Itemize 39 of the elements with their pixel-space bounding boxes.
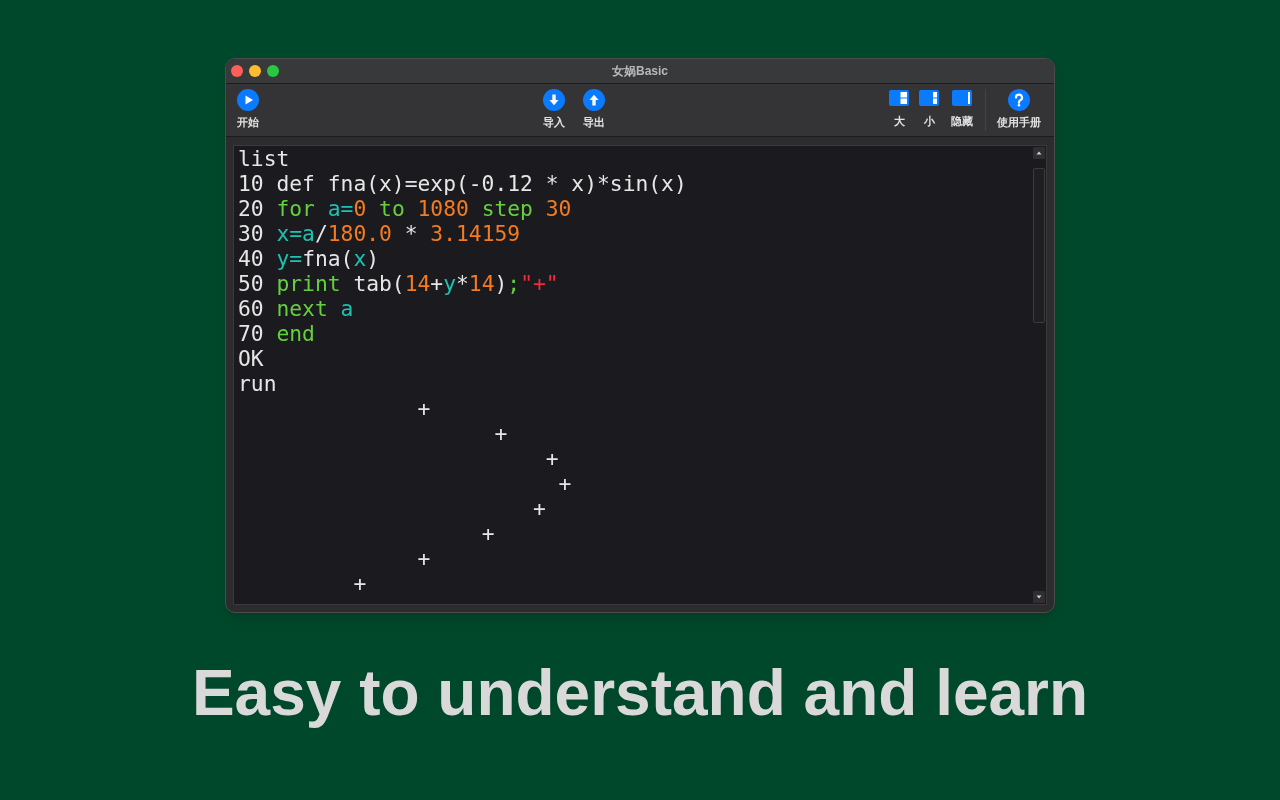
arrow-down-icon	[543, 89, 565, 111]
scroll-down-icon[interactable]	[1032, 591, 1045, 603]
small-layout-button[interactable]: 小	[918, 89, 940, 128]
console-line: 20 for a=0 to 1080 step 30	[238, 196, 572, 221]
zoom-button[interactable]	[267, 65, 279, 77]
console-line: +	[545, 446, 559, 471]
manual-button[interactable]: 使用手册	[995, 89, 1043, 129]
console-line: +	[481, 521, 495, 546]
console-line: +	[417, 546, 431, 571]
console-line: +	[532, 496, 546, 521]
console-line: 70 end	[238, 321, 315, 346]
window-title: 女娲Basic	[612, 64, 668, 78]
no-sidebar-layout-icon	[952, 90, 972, 106]
console-line: 10 def fna(x)=exp(-0.12 * x)*sin(x)	[238, 171, 687, 196]
console-line: 50 print tab(14+y*14);"+"	[238, 271, 559, 296]
console-line: 30 x=a/180.0 * 3.14159	[238, 221, 521, 246]
close-button[interactable]	[231, 65, 243, 77]
start-button[interactable]: 开始	[236, 89, 260, 129]
console-line: +	[353, 571, 367, 596]
console-line: +	[494, 421, 508, 446]
console-line: OK	[238, 346, 264, 371]
hide-panel-button[interactable]: 隐藏	[951, 89, 973, 128]
minimize-button[interactable]	[249, 65, 261, 77]
help-icon	[1008, 89, 1030, 111]
console-line: +	[558, 471, 572, 496]
play-icon	[237, 89, 259, 111]
large-layout-button[interactable]: 大	[888, 89, 910, 128]
arrow-up-icon	[583, 89, 605, 111]
console-line: 60 next a	[238, 296, 354, 321]
scrollbar-thumb[interactable]	[1032, 168, 1045, 323]
wide-sidebar-layout-icon	[889, 90, 909, 106]
console-line: +	[417, 396, 431, 421]
scroll-up-icon[interactable]	[1032, 147, 1045, 159]
export-button[interactable]: 导出	[582, 89, 606, 129]
console-line: 40 y=fna(x)	[238, 246, 380, 271]
console-line: run	[238, 371, 277, 396]
import-button[interactable]: 导入	[542, 89, 566, 129]
narrow-sidebar-layout-icon	[919, 90, 939, 106]
console-line: list	[238, 146, 290, 171]
